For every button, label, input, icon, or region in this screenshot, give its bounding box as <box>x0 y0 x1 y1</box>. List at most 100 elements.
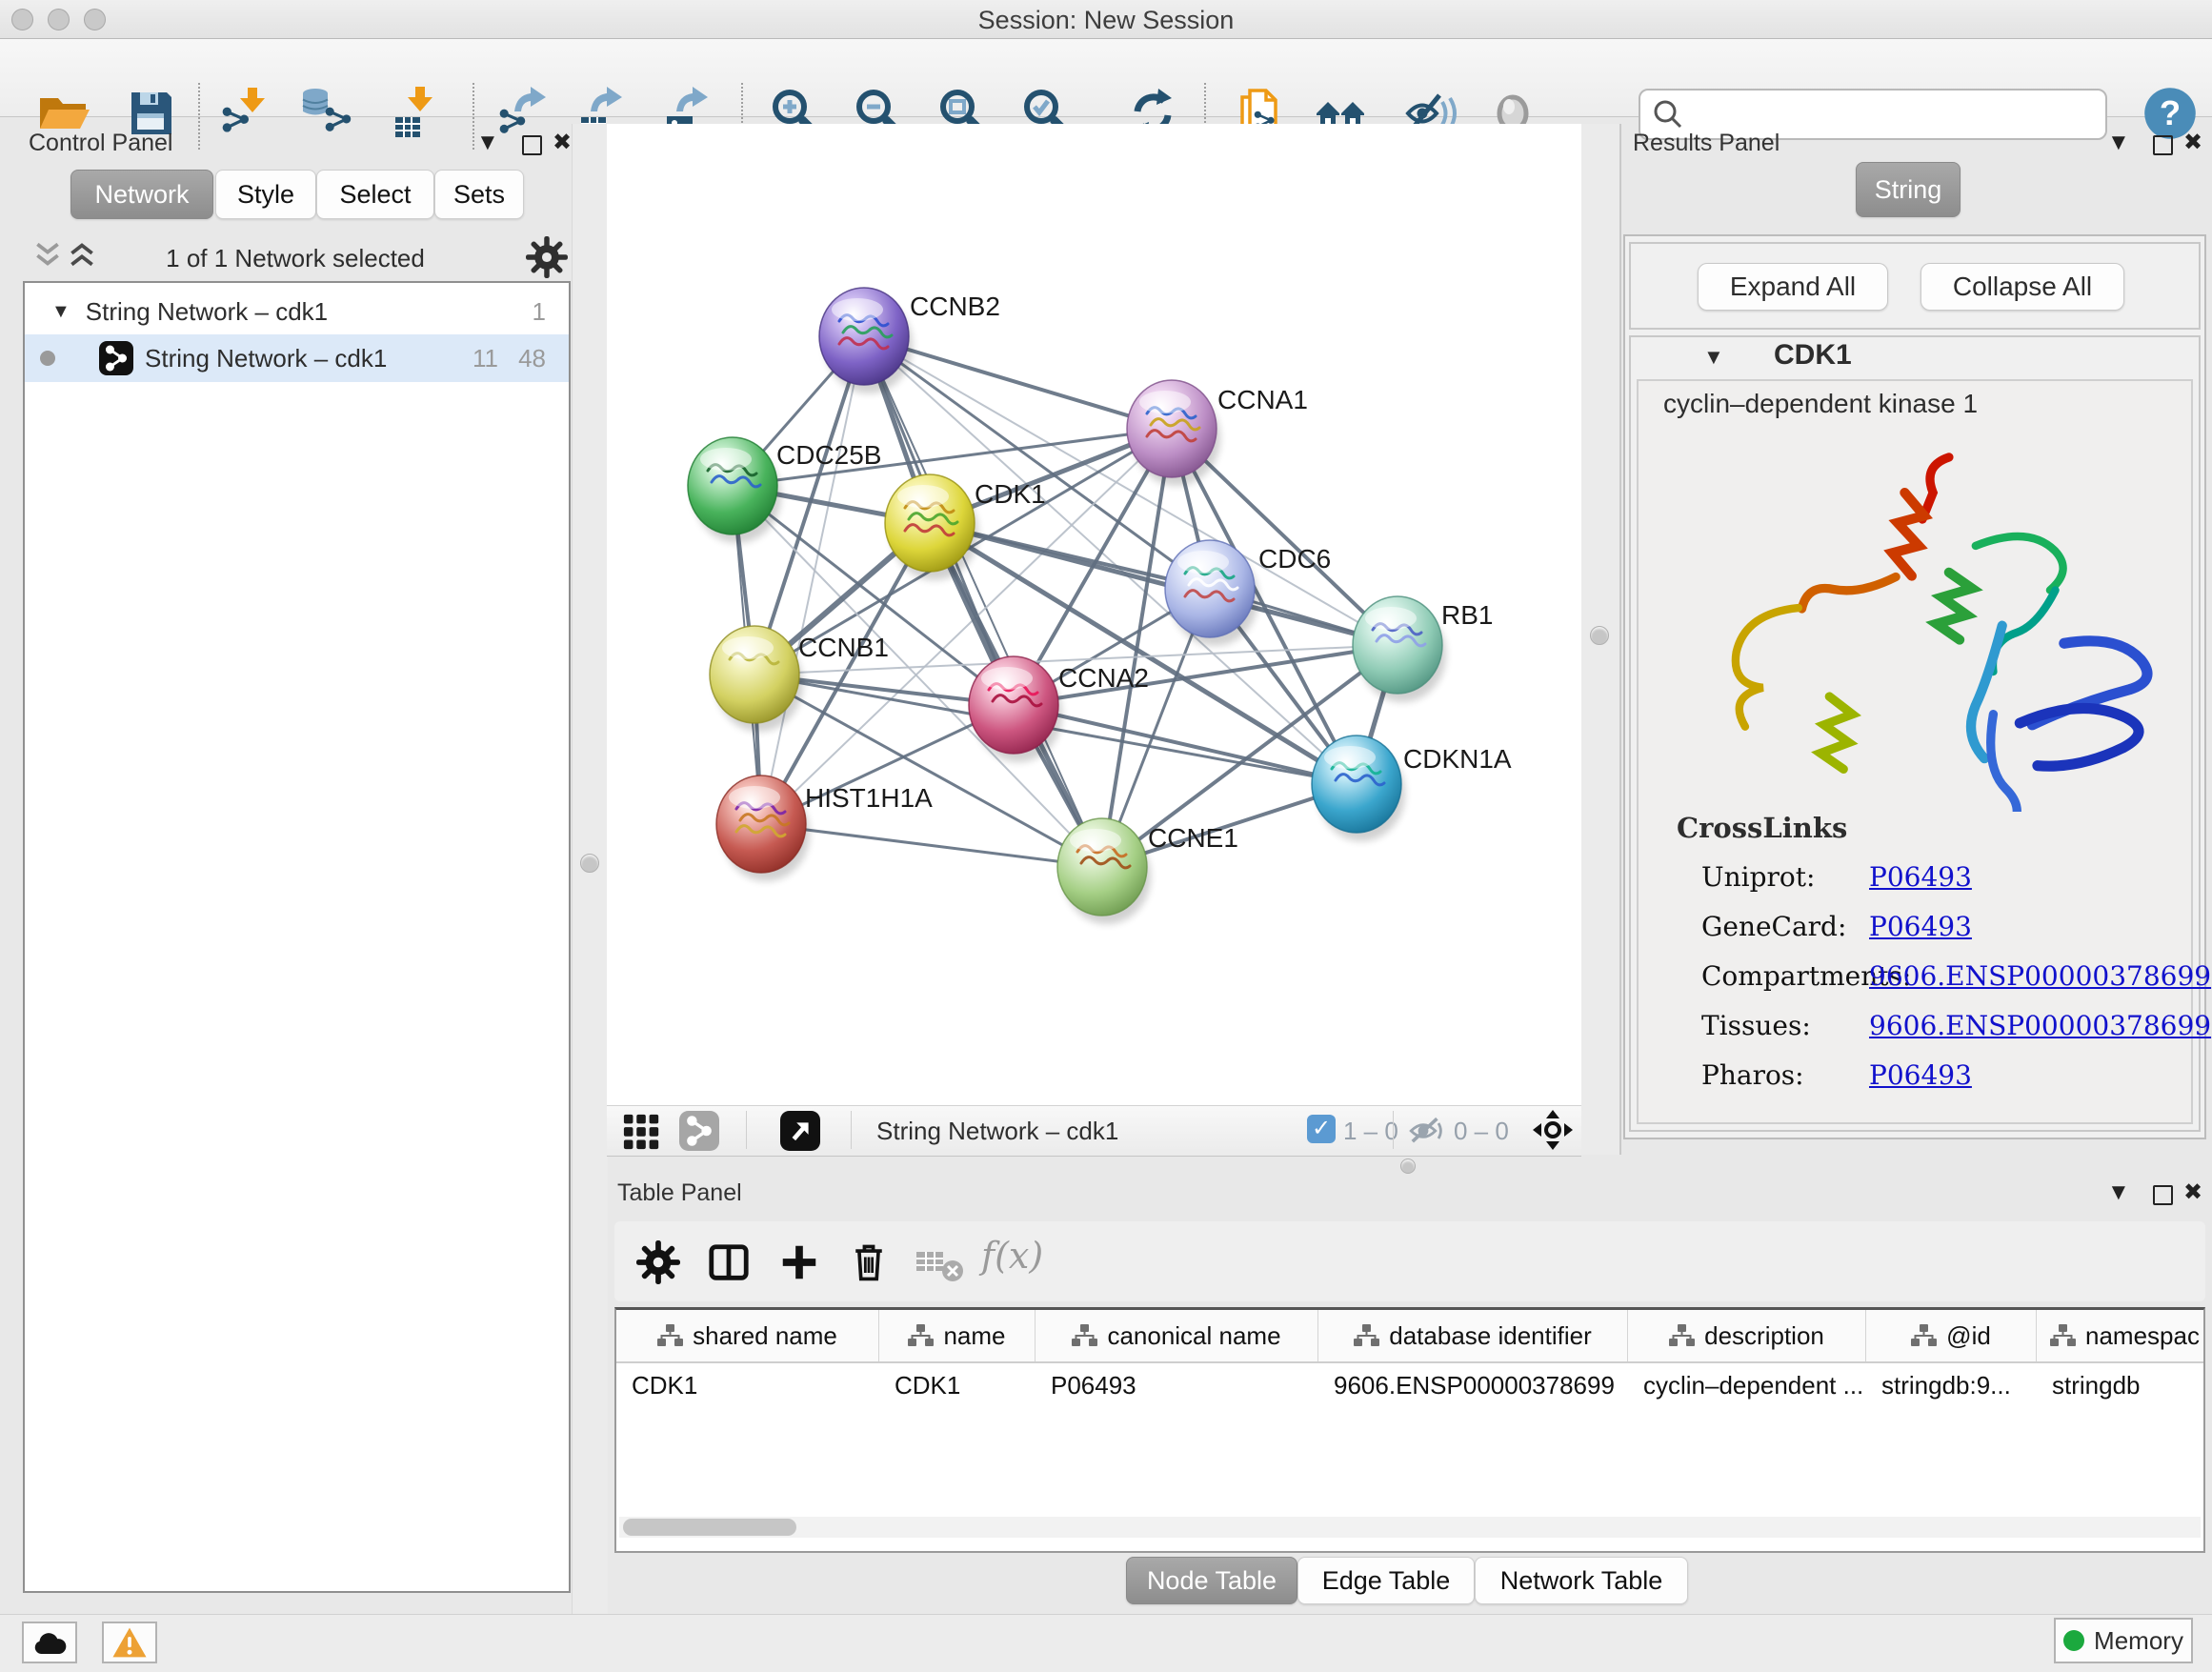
cell[interactable]: P06493 <box>1036 1371 1318 1400</box>
crosslink-label: GeneCard: <box>1701 911 1846 942</box>
import-database-icon <box>301 87 356 140</box>
column-header-shared-name[interactable]: shared name <box>616 1310 879 1361</box>
string-network-icon <box>99 341 133 375</box>
left-splitter[interactable] <box>572 124 608 1614</box>
tab-string[interactable]: String <box>1856 162 1961 217</box>
results-panel-float-icon[interactable] <box>2153 135 2173 155</box>
warnings-button[interactable] <box>102 1622 157 1663</box>
hierarchy-icon <box>1669 1324 1695 1347</box>
tab-edge-table[interactable]: Edge Table <box>1297 1557 1475 1604</box>
toolbar-separator <box>473 83 474 150</box>
function-builder-icon[interactable]: f(x) <box>981 1235 1043 1277</box>
expand-all-button[interactable]: Expand All <box>1698 263 1888 311</box>
results-panel-title: Results Panel <box>1633 130 1780 157</box>
export-network-icon <box>497 87 553 140</box>
node-CDK1[interactable] <box>885 474 978 580</box>
column-header-description[interactable]: description <box>1628 1310 1866 1361</box>
tab-node-table[interactable]: Node Table <box>1126 1557 1297 1604</box>
search-input[interactable] <box>1684 99 2105 131</box>
right-splitter[interactable] <box>1581 124 1621 1155</box>
tab-sets[interactable]: Sets <box>434 170 524 219</box>
cdk1-section-collapse-icon[interactable]: ▼ <box>1703 345 1724 370</box>
results-panel-close-icon[interactable]: ✖ <box>2183 131 2202 154</box>
string-view-icon[interactable] <box>679 1111 719 1151</box>
collection-expand-icon[interactable]: ▼ <box>51 301 70 323</box>
tab-select[interactable]: Select <box>316 170 434 219</box>
export-network-button[interactable] <box>497 87 553 142</box>
birds-eye-view-icon[interactable] <box>780 1111 820 1151</box>
network-row-selected[interactable]: String Network – cdk1 11 48 <box>25 334 569 382</box>
delete-table-icon[interactable] <box>915 1248 964 1284</box>
cdk1-section-title: CDK1 <box>1774 339 1852 372</box>
node-CDKN1A[interactable] <box>1312 735 1405 841</box>
cell[interactable]: cyclin–dependent ... <box>1628 1371 1866 1400</box>
memory-button[interactable]: Memory <box>2054 1618 2193 1663</box>
node-CCNA1[interactable] <box>1127 380 1220 486</box>
hierarchy-icon <box>657 1324 683 1347</box>
status-bar <box>0 1614 2212 1672</box>
svg-text:CDKN1A: CDKN1A <box>1403 744 1512 774</box>
column-header-database-identifier[interactable]: database identifier <box>1318 1310 1628 1361</box>
svg-text:CDC6: CDC6 <box>1258 544 1331 574</box>
crosslink-link[interactable]: P06493 <box>1869 911 1972 942</box>
memory-label: Memory <box>2094 1626 2183 1656</box>
cell[interactable]: CDK1 <box>879 1371 1036 1400</box>
results-panel-collapse-icon[interactable]: ▼ <box>2107 131 2130 154</box>
network-options-gear-icon[interactable] <box>526 236 568 278</box>
node-CCNB2[interactable] <box>819 288 913 393</box>
collapse-all-button[interactable]: Collapse All <box>1920 263 2124 311</box>
crosslink-link[interactable]: P06493 <box>1869 861 1972 893</box>
show-columns-icon[interactable] <box>707 1240 751 1284</box>
protein-description: cyclin–dependent kinase 1 <box>1663 389 1978 419</box>
cell[interactable]: 9606.ENSP00000378699 <box>1318 1371 1628 1400</box>
network-canvas[interactable]: CCNB2CCNA1CDC25BCDK1CDC6RB1CCNB1CCNA2CDK… <box>607 124 1581 1105</box>
column-header--id[interactable]: @id <box>1866 1310 2037 1361</box>
cell[interactable]: stringdb <box>2037 1371 2205 1400</box>
cloud-icon <box>30 1628 69 1657</box>
hierarchy-icon <box>1354 1324 1379 1347</box>
cell[interactable]: CDK1 <box>616 1371 879 1400</box>
svg-text:?: ? <box>2160 93 2181 132</box>
table-horizontal-scrollbar[interactable] <box>619 1517 2201 1538</box>
node-CDC25B[interactable] <box>688 437 781 543</box>
table-scrollbar-thumb[interactable] <box>623 1519 796 1536</box>
import-network-from-database-button[interactable] <box>301 87 356 142</box>
tab-network[interactable]: Network <box>70 170 213 219</box>
cell[interactable]: stringdb:9... <box>1866 1371 2037 1400</box>
hidden-elements-eye-slash-icon[interactable] <box>1408 1115 1446 1147</box>
crosslink-link[interactable]: 9606.ENSP00000378699 <box>1869 1010 2211 1041</box>
control-panel-float-icon[interactable] <box>522 135 542 155</box>
node-CCNE1[interactable] <box>1057 818 1151 924</box>
toolbar-separator <box>198 83 200 150</box>
table-panel-close-icon[interactable]: ✖ <box>2183 1181 2202 1204</box>
control-panel-collapse-icon[interactable]: ▼ <box>476 131 499 154</box>
pan-crosshair-icon[interactable] <box>1532 1109 1574 1151</box>
control-panel-close-icon[interactable]: ✖ <box>553 131 572 154</box>
node-CCNA2[interactable] <box>969 656 1062 762</box>
network-edge-count: 48 <box>518 344 546 373</box>
grid-view-icon[interactable] <box>622 1111 662 1151</box>
table-row[interactable]: CDK1CDK1P064939606.ENSP00000378699cyclin… <box>616 1363 2203 1407</box>
selected-elements-checkbox-icon[interactable]: ✓ <box>1307 1115 1336 1143</box>
crosslink-link[interactable]: P06493 <box>1869 1059 1972 1091</box>
cloud-status-button[interactable] <box>22 1622 77 1663</box>
crosslink-link[interactable]: 9606.ENSP00000378699 <box>1869 960 2211 992</box>
import-table-from-file-button[interactable] <box>387 87 442 142</box>
crosslinks-title: CrossLinks <box>1677 812 1847 844</box>
table-panel-collapse-icon[interactable]: ▼ <box>2107 1181 2130 1204</box>
table-options-gear-icon[interactable] <box>636 1240 680 1284</box>
column-header-namespac[interactable]: namespac <box>2037 1310 2205 1361</box>
column-header-name[interactable]: name <box>879 1310 1036 1361</box>
search-icon <box>1652 98 1684 131</box>
delete-column-trash-icon[interactable] <box>848 1240 890 1284</box>
horizontal-splitter-handle[interactable] <box>1400 1158 1416 1174</box>
import-network-from-file-button[interactable] <box>217 87 272 142</box>
network-collection-row[interactable]: ▼ String Network – cdk1 1 <box>25 289 569 334</box>
network-view-title: String Network – cdk1 <box>876 1117 1118 1146</box>
column-header-canonical-name[interactable]: canonical name <box>1036 1310 1318 1361</box>
create-column-plus-icon[interactable] <box>777 1240 821 1284</box>
table-panel-float-icon[interactable] <box>2153 1185 2173 1205</box>
tab-network-table[interactable]: Network Table <box>1475 1557 1688 1604</box>
tab-style[interactable]: Style <box>215 170 316 219</box>
node-RB1[interactable] <box>1353 596 1446 702</box>
